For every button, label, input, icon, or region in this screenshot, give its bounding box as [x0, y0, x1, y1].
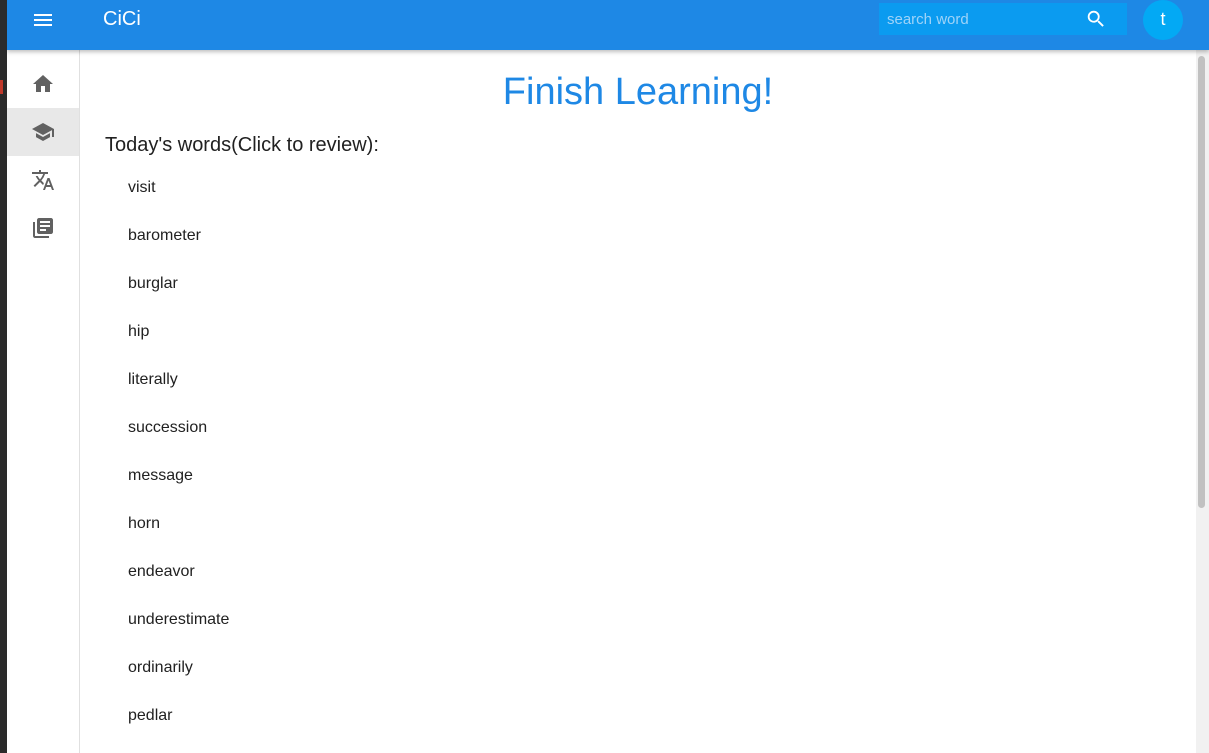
- menu-icon[interactable]: [29, 8, 57, 32]
- search-input[interactable]: [879, 3, 1079, 35]
- word-item-burglar[interactable]: burglar: [105, 260, 405, 308]
- word-item-barometer[interactable]: barometer: [105, 212, 405, 260]
- sidebar-item-learn[interactable]: [7, 108, 79, 156]
- sidebar-item-library[interactable]: [7, 204, 79, 252]
- scrollbar-thumb[interactable]: [1198, 56, 1205, 508]
- app-bar: CiCi t: [7, 0, 1209, 50]
- avatar[interactable]: t: [1143, 0, 1183, 40]
- library-books-icon: [33, 218, 53, 238]
- word-list: visit barometer burglar hip literally su…: [105, 164, 405, 740]
- scrollbar[interactable]: [1196, 50, 1209, 753]
- window-edge-marker: [0, 80, 3, 94]
- page-title: Finish Learning!: [502, 71, 774, 113]
- search-icon[interactable]: [1085, 8, 1107, 30]
- word-item-visit[interactable]: visit: [105, 164, 405, 212]
- main-content: Finish Learning! Today's words(Click to …: [80, 50, 1196, 753]
- app-window: CiCi t Finish Learning! Today's words(Cl…: [7, 0, 1209, 753]
- word-item-underestimate[interactable]: underestimate: [105, 596, 405, 644]
- translate-icon: [32, 170, 54, 190]
- words-heading: Today's words(Click to review):: [105, 134, 379, 156]
- word-item-hip[interactable]: hip: [105, 308, 405, 356]
- home-icon: [33, 75, 53, 92]
- sidebar-item-home[interactable]: [7, 60, 79, 108]
- word-item-ordinarily[interactable]: ordinarily: [105, 644, 405, 692]
- search-box: [879, 3, 1127, 35]
- sidebar-item-translate[interactable]: [7, 156, 79, 204]
- sidebar: [7, 50, 80, 753]
- word-item-message[interactable]: message: [105, 452, 405, 500]
- word-item-endeavor[interactable]: endeavor: [105, 548, 405, 596]
- school-icon: [32, 123, 54, 141]
- word-item-pedlar[interactable]: pedlar: [105, 692, 405, 740]
- word-item-horn[interactable]: horn: [105, 500, 405, 548]
- app-title: CiCi: [103, 8, 141, 30]
- word-item-succession[interactable]: succession: [105, 404, 405, 452]
- word-item-literally[interactable]: literally: [105, 356, 405, 404]
